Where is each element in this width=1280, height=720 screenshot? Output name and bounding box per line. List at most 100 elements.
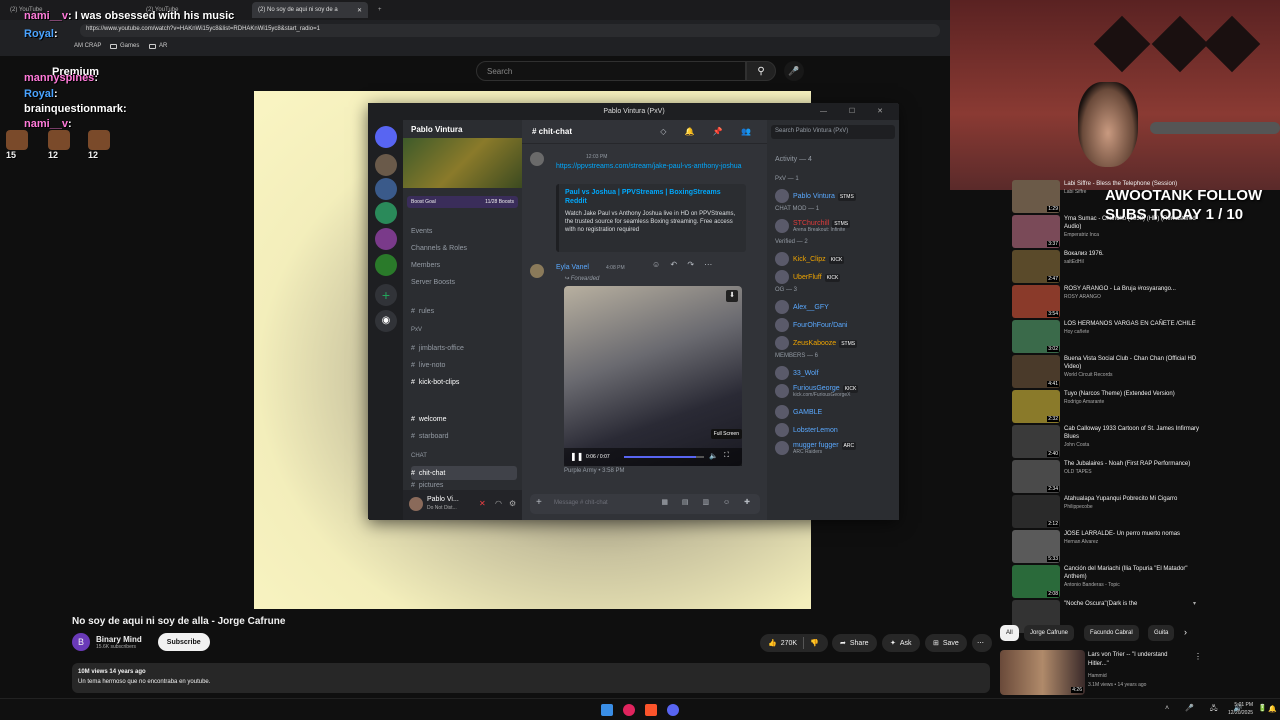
activity-header[interactable]: Activity — 4 bbox=[775, 156, 812, 163]
related-channel[interactable]: John Costa bbox=[1064, 441, 1202, 449]
related-thumbnail[interactable]: 3:02 bbox=[1012, 320, 1060, 353]
member-item[interactable]: STChurchill STMS Arena Breakout: Infinite bbox=[775, 218, 851, 234]
channel-starboard[interactable]: # starboard bbox=[411, 429, 517, 443]
channel-avatar[interactable]: B bbox=[72, 633, 90, 651]
dislike-icon[interactable]: 👎 bbox=[810, 639, 819, 647]
notification-icon[interactable]: 🔔 bbox=[1268, 705, 1277, 713]
related-thumbnail[interactable]: 5:33 bbox=[1012, 530, 1060, 563]
related-title[interactable]: The Jubalaires - Noah (First RAP Perform… bbox=[1064, 460, 1190, 468]
chip-jorge-cafrune[interactable]: Jorge Cafrune bbox=[1024, 625, 1075, 641]
related-channel[interactable]: OLD TAPES bbox=[1064, 468, 1190, 476]
header-icons[interactable]: ◇ 🔔 📌 👥 bbox=[660, 127, 759, 136]
headphones-icon[interactable]: ◠ bbox=[495, 499, 502, 508]
server-search-input[interactable]: Search Pablo Vintura (PxV) bbox=[771, 125, 895, 139]
chip-all[interactable]: All bbox=[1000, 625, 1019, 641]
related-thumbnail[interactable]: 2:32 bbox=[1012, 390, 1060, 423]
related-channel[interactable]: Antonio Banderas - Topic bbox=[1064, 581, 1202, 589]
tray-icons[interactable]: ˄ 🎤 🖧 🔊 🔋 bbox=[1165, 704, 1274, 715]
related-title[interactable]: Buena Vista Social Club - Chan Chan (Off… bbox=[1064, 355, 1202, 371]
menu-members[interactable]: Members bbox=[411, 258, 517, 272]
member-item[interactable]: Alex__GFY bbox=[775, 299, 829, 315]
member-item[interactable]: LobsterLemon bbox=[775, 422, 838, 438]
pause-icon[interactable]: ❚❚ bbox=[570, 452, 583, 461]
related-thumbnail[interactable]: 4:26 bbox=[1000, 650, 1085, 695]
related-title[interactable]: ROSY ARANGO - La Bruja #rosyarango... bbox=[1064, 285, 1176, 293]
related-video-item[interactable]: 4:41 Buena Vista Social Club - Chan Chan … bbox=[1012, 355, 1202, 391]
related-title[interactable]: Labi Siffre - Bless the Telephone (Sessi… bbox=[1064, 180, 1177, 188]
server-icon[interactable] bbox=[375, 254, 397, 276]
avatar[interactable] bbox=[409, 497, 423, 511]
window-controls[interactable]: — ☐ ✕ bbox=[820, 104, 893, 120]
search-button[interactable]: ⚲ bbox=[746, 61, 776, 81]
related-title[interactable]: "Noche Oscura"(Dark is the bbox=[1064, 600, 1137, 608]
forward-source[interactable]: Purple Army • 3:58 PM bbox=[564, 468, 624, 474]
member-item[interactable]: ZeusKabooze STMS bbox=[775, 335, 858, 351]
menu-events[interactable]: Events bbox=[411, 224, 517, 238]
related-channel[interactable]: Labi Siffre bbox=[1064, 188, 1177, 196]
related-title[interactable]: Cab Calloway 1933 Cartoon of St. James I… bbox=[1064, 425, 1202, 441]
share-button[interactable]: ➦ Share bbox=[832, 634, 877, 652]
channel-chit-chat[interactable]: # chit-chat bbox=[411, 466, 517, 480]
menu-server-boosts[interactable]: Server Boosts bbox=[411, 275, 517, 289]
server-icon[interactable] bbox=[375, 228, 397, 250]
mic-icon[interactable]: 🎤 bbox=[784, 61, 804, 81]
composer-icons[interactable]: ▦ ▤ ▥ ☺ ✚ bbox=[661, 498, 756, 506]
brave-icon[interactable] bbox=[645, 704, 657, 716]
discord-home-icon[interactable] bbox=[375, 126, 397, 148]
related-thumbnail[interactable]: 4:41 bbox=[1012, 355, 1060, 388]
member-item[interactable]: mugger fugger ARC ARC Raiders bbox=[775, 440, 857, 456]
tab-active[interactable]: (2) No soy de aqui ni soy de a ✕ bbox=[252, 2, 368, 18]
server-icon[interactable] bbox=[375, 202, 397, 224]
member-item[interactable]: Pablo Vintura STMS bbox=[775, 188, 856, 204]
related-thumbnail[interactable]: 2:12 bbox=[1012, 495, 1060, 528]
related-video-item[interactable]: 3:02 LOS HERMANOS VARGAS EN CAÑETE /CHILE… bbox=[1012, 320, 1202, 356]
related-channel[interactable]: World Circuit Records bbox=[1064, 371, 1202, 379]
mute-icon[interactable]: ✕ bbox=[479, 499, 486, 508]
fullscreen-icon[interactable]: ⛶ bbox=[724, 452, 729, 460]
related-channel[interactable]: ROSY ARANGO bbox=[1064, 293, 1176, 301]
member-item[interactable]: GAMBLE bbox=[775, 404, 822, 420]
related-video-item[interactable]: 1:29 Labi Siffre - Bless the Telephone (S… bbox=[1012, 180, 1202, 216]
related-thumbnail[interactable]: 1:29 bbox=[1012, 180, 1060, 213]
related-channel[interactable]: Hoy cañete bbox=[1064, 328, 1196, 336]
related-video-item[interactable]: 5:33 JOSE LARRALDE- Un perro muerto nomas… bbox=[1012, 530, 1202, 566]
server-icon[interactable] bbox=[375, 154, 397, 176]
member-item[interactable]: UberFluff KICK bbox=[775, 269, 841, 285]
explore-icon[interactable]: ◉ bbox=[375, 310, 397, 332]
chevron-right-icon[interactable]: › bbox=[1184, 627, 1187, 637]
more-actions-button[interactable]: ⋯ bbox=[972, 634, 992, 652]
related-title[interactable]: Вокализ 1976. bbox=[1064, 250, 1104, 258]
clock[interactable]: 5:01 PM 12/20/2025 bbox=[1228, 701, 1253, 717]
server-icon[interactable] bbox=[375, 178, 397, 200]
discord-taskbar-icon[interactable] bbox=[667, 704, 679, 716]
related-title[interactable]: LOS HERMANOS VARGAS EN CAÑETE /CHILE bbox=[1064, 320, 1196, 328]
settings-gear-icon[interactable]: ⚙ bbox=[509, 499, 516, 508]
related-title[interactable]: Tuyo (Narcos Theme) (Extended Version) bbox=[1064, 390, 1175, 398]
related-video-item[interactable]: 2:47 Вокализ 1976. saltEdHil bbox=[1012, 250, 1202, 286]
member-item[interactable]: 33_Wolf bbox=[775, 365, 819, 381]
volume-icon[interactable]: 🔈 bbox=[709, 452, 718, 460]
start-icon[interactable] bbox=[601, 704, 613, 716]
menu-channels-roles[interactable]: Channels & Roles bbox=[411, 241, 517, 255]
more-vert-icon[interactable]: ⋮ bbox=[1194, 652, 1202, 661]
boost-goal-bar[interactable]: Boost Goal 11/28 Boosts bbox=[407, 196, 518, 208]
add-server-icon[interactable]: + bbox=[375, 284, 397, 306]
member-item[interactable]: Kick_Clipz KICK bbox=[775, 251, 845, 267]
message-composer[interactable]: + Message # chit-chat ▦ ▤ ▥ ☺ ✚ bbox=[530, 494, 760, 514]
app-icon[interactable] bbox=[623, 704, 635, 716]
related-thumbnail[interactable]: 2:47 bbox=[1012, 250, 1060, 283]
channel-welcome[interactable]: # welcome bbox=[411, 412, 517, 426]
related-thumbnail[interactable]: 2:34 bbox=[1012, 460, 1060, 493]
message-author[interactable]: Eyla Vanel bbox=[556, 264, 589, 271]
related-title[interactable]: JOSE LARRALDE- Un perro muerto nomas bbox=[1064, 530, 1180, 538]
related-title[interactable]: Yma Sumac - Chuncho (1958) (HD) (Remaste… bbox=[1064, 215, 1202, 231]
related-video-item[interactable]: 2:40 Cab Calloway 1933 Cartoon of St. Jam… bbox=[1012, 425, 1202, 461]
like-count[interactable]: 270K bbox=[781, 640, 797, 647]
category-pxv[interactable]: PxV bbox=[411, 327, 422, 333]
video-attachment[interactable]: ⬇ Full Screen ❚❚ 0:06 / 0:07 🔈 ⛶ bbox=[564, 286, 742, 466]
scroll-down-icon[interactable]: ▾ bbox=[1193, 600, 1196, 607]
related-thumbnail[interactable]: 3:37 bbox=[1012, 215, 1060, 248]
new-tab-icon[interactable]: + bbox=[372, 2, 388, 18]
related-channel[interactable]: saltEdHil bbox=[1064, 258, 1104, 266]
save-button[interactable]: ⊞ Save bbox=[925, 634, 967, 652]
